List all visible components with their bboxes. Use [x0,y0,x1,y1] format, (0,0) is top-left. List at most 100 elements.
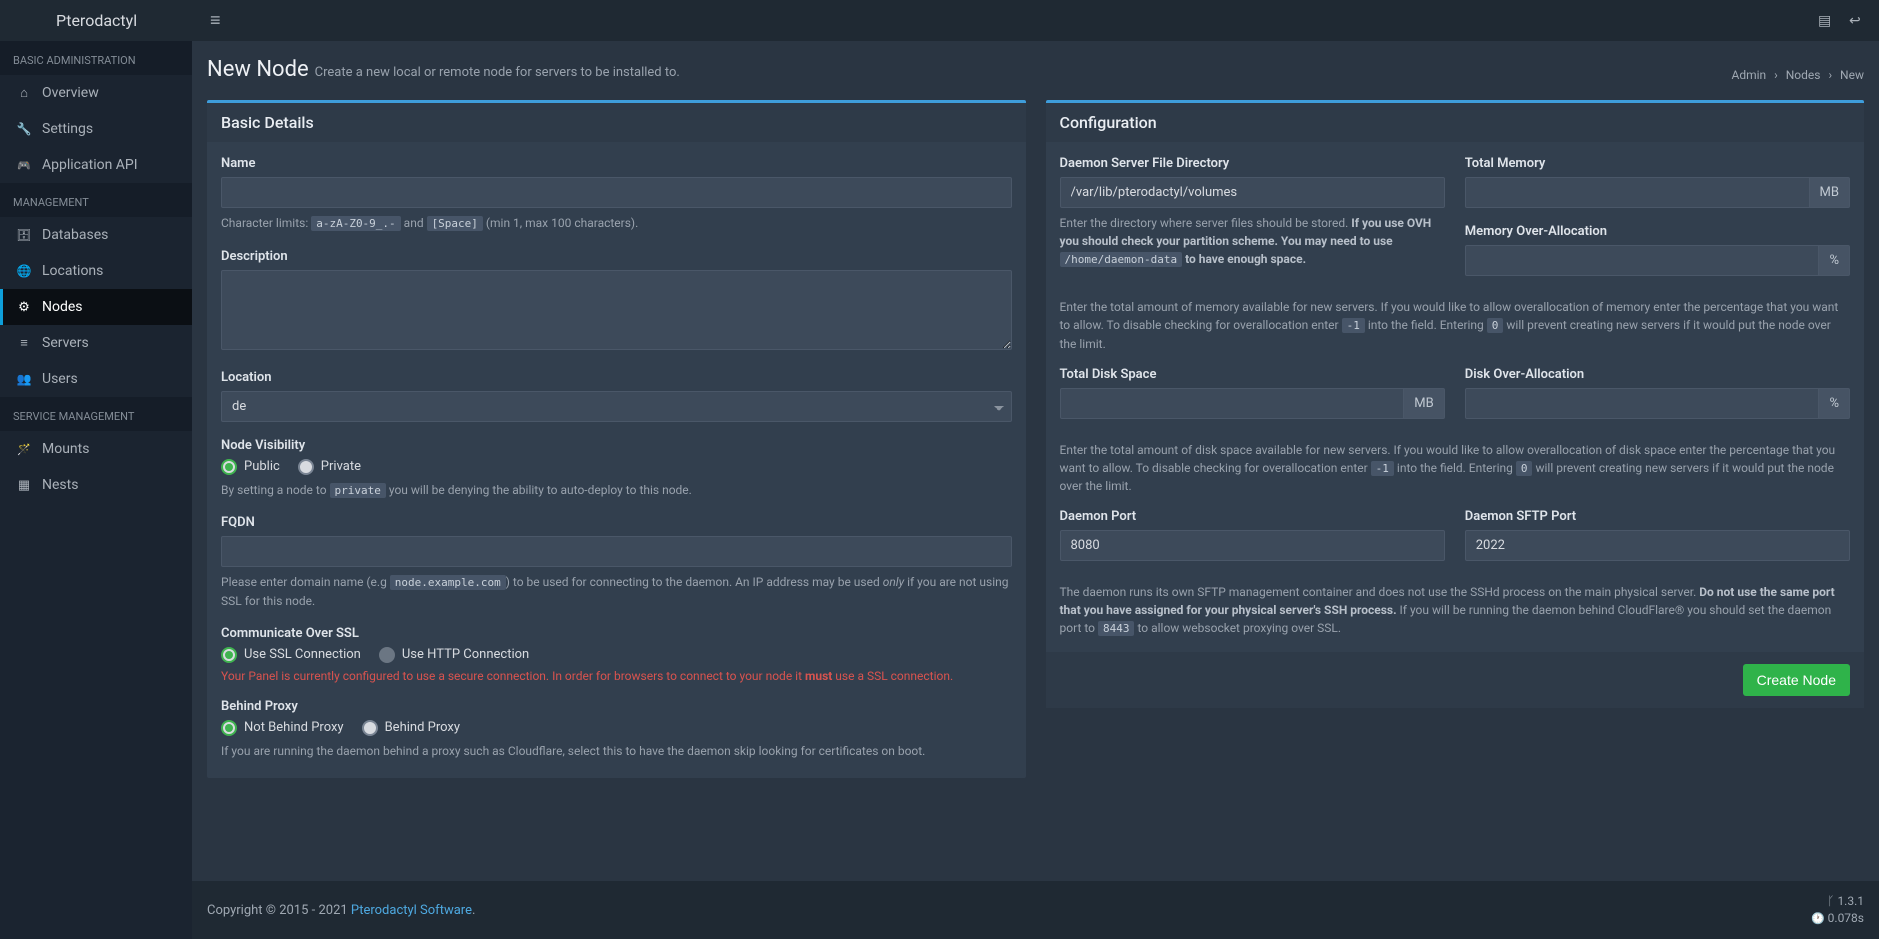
ssl-use-http-radio[interactable]: Use HTTP Connection [379,647,529,663]
radio-icon [221,720,237,736]
gamepad-icon [16,158,32,173]
clock-icon [1811,911,1825,925]
name-label: Name [221,156,1012,171]
sidebar-item-label: Settings [42,121,93,137]
sidebar: Pterodactyl BASIC ADMINISTRATION Overvie… [0,0,192,939]
description-input[interactable] [221,270,1012,350]
location-label: Location [221,370,1012,385]
total-disk-unit: MB [1404,388,1444,419]
sidebar-item-api[interactable]: Application API [0,147,192,183]
magic-icon [16,442,32,457]
proxy-help: If you are running the daemon behind a p… [221,742,1012,760]
page-footer: Copyright © 2015 - 2021 Pterodactyl Soft… [192,881,1879,939]
git-icon [1827,894,1834,908]
radio-icon [221,647,237,663]
page-title: New Node Create a new local or remote no… [207,57,680,82]
visibility-public-radio[interactable]: Public [221,459,280,475]
sidebar-item-overview[interactable]: Overview [0,75,192,111]
memory-over-unit: % [1819,245,1850,276]
proxy-behind-radio[interactable]: Behind Proxy [362,720,460,736]
proxy-label: Behind Proxy [221,699,1012,714]
fqdn-label: FQDN [221,515,1012,530]
proxy-not-behind-radio[interactable]: Not Behind Proxy [221,720,344,736]
location-select[interactable]: de [221,391,1012,422]
sidebar-item-label: Application API [42,157,138,173]
sign-out-icon[interactable] [1849,13,1861,29]
total-disk-label: Total Disk Space [1060,367,1445,382]
panel-config-header: Configuration [1046,103,1865,142]
topbar [192,0,1879,41]
th-large-icon [16,478,32,493]
visibility-help: By setting a node to private you will be… [221,481,1012,500]
radio-icon [298,459,314,475]
total-memory-label: Total Memory [1465,156,1850,171]
version: 1.3.1 [1837,894,1864,908]
disk-over-input[interactable] [1465,388,1820,419]
database-icon [16,228,32,243]
sidebar-item-label: Servers [42,335,89,351]
fqdn-input[interactable] [221,536,1012,567]
radio-icon [379,647,395,663]
memory-help: Enter the total amount of memory availab… [1060,298,1851,353]
globe-icon [16,264,32,279]
total-memory-input[interactable] [1465,177,1810,208]
memory-over-input[interactable] [1465,245,1820,276]
dir-label: Daemon Server File Directory [1060,156,1445,171]
visibility-private-radio[interactable]: Private [298,459,361,475]
page-subtitle: Create a new local or remote node for se… [315,65,680,80]
sftp-port-label: Daemon SFTP Port [1465,509,1850,524]
create-node-button[interactable]: Create Node [1743,664,1850,696]
sidebar-item-label: Databases [42,227,108,243]
copyright-suffix: . [472,903,475,918]
ssl-label: Communicate Over SSL [221,626,1012,641]
daemon-port-input[interactable] [1060,530,1445,561]
description-label: Description [221,249,1012,264]
menu-toggle-icon[interactable] [202,2,229,39]
sidebar-item-mounts[interactable]: Mounts [0,431,192,467]
sidebar-section-mgmt: MANAGEMENT [0,183,192,217]
sitemap-icon [16,300,32,315]
sidebar-item-servers[interactable]: Servers [0,325,192,361]
wrench-icon [16,122,32,137]
sftp-port-input[interactable] [1465,530,1850,561]
memory-over-label: Memory Over-Allocation [1465,224,1850,239]
sidebar-item-label: Mounts [42,441,89,457]
dashboard-icon [16,85,32,101]
breadcrumb-nodes[interactable]: Nodes [1786,68,1821,82]
sidebar-item-databases[interactable]: Databases [0,217,192,253]
sftp-help: The daemon runs its own SFTP management … [1060,583,1851,638]
dir-input[interactable] [1060,177,1445,208]
page-title-text: New Node [207,57,309,82]
sidebar-item-settings[interactable]: Settings [0,111,192,147]
panel-basic: Basic Details Name Character limits: a-z… [207,100,1026,778]
name-input[interactable] [221,177,1012,208]
sidebar-item-label: Nests [42,477,78,493]
daemon-port-label: Daemon Port [1060,509,1445,524]
copyright-link[interactable]: Pterodactyl Software [351,903,472,918]
sidebar-item-nodes[interactable]: Nodes [0,289,192,325]
ssl-use-ssl-radio[interactable]: Use SSL Connection [221,647,361,663]
name-help: Character limits: a-zA-Z0-9_.- and [Spac… [221,214,1012,233]
brand[interactable]: Pterodactyl [0,0,192,41]
radio-icon [362,720,378,736]
sidebar-item-label: Overview [42,85,99,101]
sidebar-item-locations[interactable]: Locations [0,253,192,289]
breadcrumb-admin[interactable]: Admin [1731,68,1766,82]
sidebar-item-users[interactable]: Users [0,361,192,397]
total-disk-input[interactable] [1060,388,1405,419]
server-icon [16,335,32,351]
disk-help: Enter the total amount of disk space ava… [1060,441,1851,496]
fqdn-help: Please enter domain name (e.g node.examp… [221,573,1012,610]
panel-basic-header: Basic Details [207,103,1026,142]
sidebar-item-nests[interactable]: Nests [0,467,192,503]
sidebar-section-basic: BASIC ADMINISTRATION [0,41,192,75]
render-time: 0.078s [1828,911,1864,925]
total-memory-unit: MB [1810,177,1850,208]
panel-config: Configuration Daemon Server File Directo… [1046,100,1865,708]
users-icon [16,372,32,387]
server-link-icon[interactable] [1818,13,1831,29]
ssl-warning: Your Panel is currently configured to us… [221,669,1012,683]
sidebar-item-label: Locations [42,263,103,279]
visibility-label: Node Visibility [221,438,1012,453]
dir-help: Enter the directory where server files s… [1060,214,1445,269]
